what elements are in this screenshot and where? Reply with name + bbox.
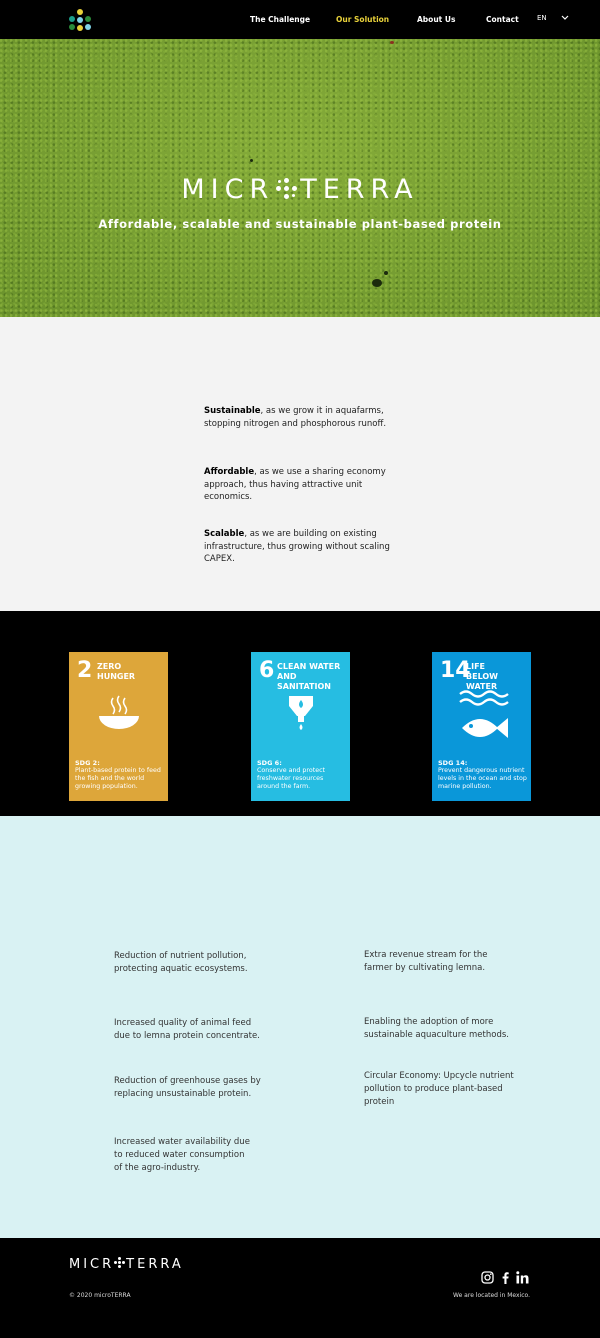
hero-texture: [372, 279, 382, 287]
logo-text-right: TERRA: [300, 174, 419, 205]
chevron-down-icon: [561, 15, 569, 20]
linkedin-icon[interactable]: [516, 1271, 529, 1284]
hero-texture: [384, 271, 388, 275]
benefit-affordable: Affordable, as we use a sharing economy …: [204, 466, 394, 504]
nav-our-solution[interactable]: Our Solution: [336, 15, 389, 24]
sdg-label: SDG 6:: [257, 759, 282, 767]
sdg-title: CLEAN WATER AND SANITATION: [277, 662, 341, 691]
impact-item: Reduction of nutrient pollution, protect…: [114, 951, 248, 974]
logo-text-left: MICR: [69, 1257, 115, 1272]
bowl-icon: [99, 695, 139, 729]
nav-about-us[interactable]: About Us: [417, 15, 455, 24]
sdg-card-6[interactable]: 6 CLEAN WATER AND SANITATION SDG 6: Conse…: [251, 652, 350, 801]
hero-banner: MICR TERRA Affordable, scalable and sust…: [0, 39, 600, 317]
nav-contact[interactable]: Contact: [486, 15, 519, 24]
impacts-section: Reduction of nutrient pollution, protect…: [0, 816, 600, 1238]
sdg-label: SDG 2:: [75, 759, 100, 767]
sdg-label: SDG 14:: [438, 759, 468, 767]
benefit-scalable: Scalable, as we are building on existing…: [204, 528, 394, 566]
logo-text-left: MICR: [181, 174, 275, 205]
impact-item: Enabling the adoption of more sustainabl…: [364, 1017, 509, 1040]
sdg-section: 2 ZERO HUNGER SDG 2: Plant-based protein …: [0, 611, 600, 816]
hero-texture: [250, 159, 253, 162]
facebook-icon[interactable]: [499, 1271, 512, 1284]
impact-item: Extra revenue stream for the farmer by c…: [364, 950, 488, 973]
logo-dots-icon: [114, 1257, 126, 1269]
logo-text-right: TERRA: [126, 1257, 184, 1272]
language-selector[interactable]: EN: [537, 14, 569, 22]
impact-item: Increased water availability due to redu…: [114, 1137, 250, 1173]
benefits-section: Sustainable, as we grow it in aquafarms,…: [0, 317, 600, 611]
sdg-description: Plant-based protein to feed the fish and…: [75, 767, 161, 791]
impact-item: Increased quality of animal feed due to …: [114, 1018, 260, 1041]
logo-dots-icon: [276, 178, 298, 200]
page: The Challenge Our Solution About Us Cont…: [0, 0, 600, 1338]
benefit-title: Sustainable: [204, 406, 261, 416]
water-drop-icon: [289, 696, 313, 730]
language-label: EN: [537, 14, 547, 22]
copyright-text: © 2020 microTERRA: [69, 1292, 131, 1299]
sdg-title: ZERO HUNGER: [97, 662, 136, 681]
benefit-sustainable: Sustainable, as we grow it in aquafarms,…: [204, 405, 394, 430]
benefit-title: Scalable: [204, 529, 245, 539]
location-text: We are located in Mexico.: [453, 1292, 530, 1299]
hero-tagline: Affordable, scalable and sustainable pla…: [98, 217, 502, 231]
hero-logo: MICR TERRA: [0, 174, 600, 205]
sdg-number: 2: [77, 658, 93, 683]
sdg-description: Prevent dangerous nutrient levels in the…: [438, 767, 527, 791]
benefit-title: Affordable: [204, 467, 255, 477]
impact-item: Circular Economy: Upcycle nutrient pollu…: [364, 1071, 514, 1107]
impact-item: Reduction of greenhouse gases by replaci…: [114, 1076, 261, 1099]
instagram-icon[interactable]: [481, 1271, 494, 1284]
fish-icon: [459, 690, 509, 738]
logo-icon[interactable]: [68, 8, 92, 32]
site-footer: MICR TERRA © 2020 microTERRA We are loca…: [0, 1238, 600, 1338]
footer-logo[interactable]: MICR TERRA: [69, 1257, 184, 1272]
site-header: The Challenge Our Solution About Us Cont…: [0, 0, 600, 39]
nav-the-challenge[interactable]: The Challenge: [250, 15, 310, 24]
sdg-description: Conserve and protect freshwater resource…: [257, 767, 326, 791]
sdg-card-2[interactable]: 2 ZERO HUNGER SDG 2: Plant-based protein …: [69, 652, 168, 801]
sdg-number: 6: [259, 658, 275, 683]
sdg-card-14[interactable]: 14 LIFE BELOW WATER SDG 14: Prevent dange…: [432, 652, 531, 801]
hero-texture: [390, 41, 394, 44]
